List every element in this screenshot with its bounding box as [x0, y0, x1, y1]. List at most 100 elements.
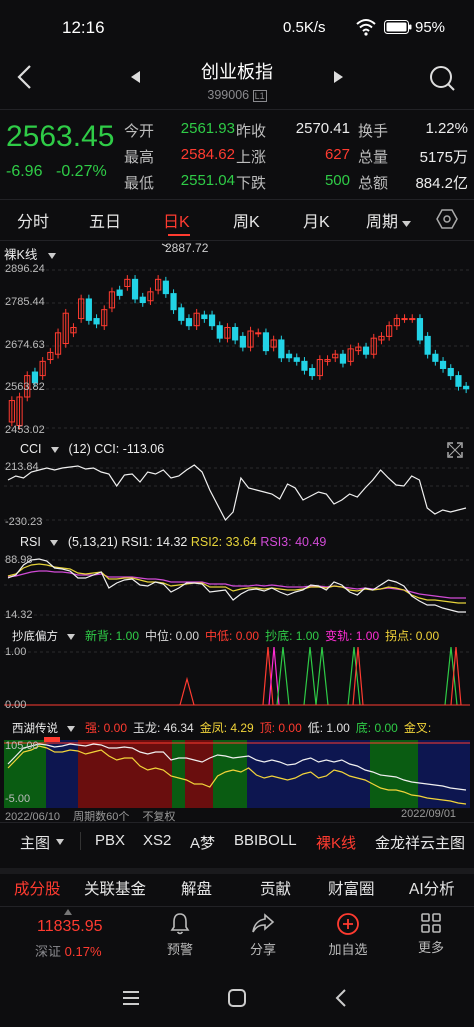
settings-icon[interactable]: [436, 208, 458, 235]
signal-band: [185, 740, 213, 808]
tab-jiepan[interactable]: 解盘: [181, 877, 212, 899]
main-chart-dropdown-icon[interactable]: [56, 839, 64, 845]
indicator-xs2[interactable]: XS2: [143, 832, 171, 849]
xihu-tick-bottom: -5.00: [5, 793, 31, 805]
quote-value: 2584.62: [180, 146, 235, 163]
rsi-name: RSI: [20, 535, 41, 549]
quote-label: 最低: [124, 175, 155, 192]
cci-value: CCI: -113.06: [94, 442, 165, 456]
tab-wuri[interactable]: 五日: [89, 208, 121, 232]
cci-header[interactable]: CCI (12) CCI: -113.06: [20, 442, 164, 456]
candle-body: [339, 353, 347, 364]
indicator-luokxian[interactable]: 裸K线: [316, 832, 356, 853]
tab-ai-analysis[interactable]: AI分析: [409, 877, 455, 899]
candle-body: [285, 353, 293, 359]
quote-value: 5175万: [419, 149, 468, 166]
share-button[interactable]: 分享: [243, 912, 283, 958]
indicator-value: 强: 0.00: [84, 721, 127, 735]
indicator-bar: 主图 PBX XS2 A梦 BBIBOLL 裸K线 金龙祥云主图: [0, 822, 474, 860]
alert-button[interactable]: 预警: [160, 912, 200, 958]
y-tick-5: 2453.02: [5, 424, 45, 436]
clock: 12:16: [62, 18, 105, 37]
tab-rik[interactable]: 日K: [163, 208, 190, 232]
back-nav-icon[interactable]: [335, 988, 347, 1013]
quote-label: 上涨: [236, 149, 267, 166]
tab-fenshi[interactable]: 分时: [17, 208, 49, 232]
candle-body: [439, 360, 447, 369]
indicator-value: 金叉:: [403, 721, 432, 735]
candle-body: [178, 307, 185, 321]
candle-body: [262, 332, 270, 352]
last-price: 2563.45: [6, 120, 115, 153]
quote-value: 884.2亿: [415, 175, 468, 192]
xihu-header[interactable]: 西湖传说 强: 0.00 玉龙: 46.34 金凤: 4.29 顶: 0.00 低: 1…: [12, 719, 437, 736]
candle-body: [139, 296, 146, 304]
chaodi-tick-bottom: 0.00: [5, 699, 27, 711]
system-nav-bar: [0, 970, 474, 1027]
rsi-params: (5,13,21): [67, 535, 118, 549]
indicator-pbx[interactable]: PBX: [95, 832, 125, 849]
bell-icon: [170, 913, 190, 935]
indicator-value: 中低: 0.00: [205, 629, 260, 643]
candle-body: [455, 375, 462, 387]
quote-value: 627: [324, 146, 350, 163]
tab-gongxian[interactable]: 贡献: [260, 877, 291, 899]
add-watchlist-button[interactable]: 加自选: [322, 912, 374, 958]
rsi-header[interactable]: RSI (5,13,21) RSI1: 14.32 RSI2: 33.64 RS…: [20, 535, 326, 549]
quote-value: 1.22%: [425, 120, 468, 137]
quote-value: 2551.04: [180, 172, 235, 189]
period-tabs: 分时 五日 日K 周K 月K 周期: [0, 200, 474, 240]
expand-icon[interactable]: [446, 441, 464, 464]
more-button[interactable]: 更多: [411, 912, 451, 956]
next-stock-icon[interactable]: [333, 70, 343, 88]
chaodi-dropdown-icon: [67, 634, 76, 640]
back-icon[interactable]: [14, 64, 36, 95]
shenzheng-summary[interactable]: 深证 0.17%: [35, 941, 102, 960]
menu-icon[interactable]: [122, 990, 140, 1011]
candle-body: [401, 318, 408, 321]
indicator-ameng[interactable]: A梦: [190, 832, 215, 853]
tab-zhouqi[interactable]: 周期: [366, 208, 398, 232]
quote-label: 换手: [358, 123, 389, 140]
candle-body: [131, 278, 139, 300]
indicator-value: 底: 0.00: [355, 721, 398, 735]
indicator-value: 低: 1.00: [307, 721, 350, 735]
home-icon[interactable]: [228, 989, 246, 1012]
cci-name: CCI: [20, 442, 42, 456]
stock-code: 399006: [207, 88, 250, 102]
wifi-icon: [356, 18, 376, 41]
quote-value: 500: [324, 172, 350, 189]
price-change-pct: -0.27%: [56, 163, 107, 180]
indicator-jinlong[interactable]: 金龙祥云主图: [375, 832, 465, 853]
tab-chengfengu[interactable]: 成分股: [14, 877, 61, 899]
date-end: 2022/09/01: [401, 808, 457, 820]
network-speed: 0.5K/s: [283, 19, 326, 36]
tab-zhouk[interactable]: 周K: [233, 208, 260, 232]
indicator-value: 顶: 0.00: [259, 721, 302, 735]
shenzheng-value[interactable]: 11835.95: [37, 918, 103, 936]
candle-body: [232, 326, 239, 341]
main-chart-label[interactable]: 主图: [20, 832, 50, 853]
candle-body: [85, 298, 92, 321]
page-title: 创业板指: [201, 62, 273, 82]
candle-body: [201, 314, 208, 320]
quote-label: 今开: [124, 123, 155, 140]
indicator-bbiboll[interactable]: BBIBOLL: [234, 832, 297, 849]
tab-yuek[interactable]: 月K: [303, 208, 330, 232]
candle-body: [309, 367, 316, 377]
index-up-arrow-icon: [64, 909, 72, 915]
indicator-value: 变轨: 1.00: [325, 629, 380, 643]
chaodi-name: 抄底偏方: [12, 631, 58, 643]
tab-guanlianjijin[interactable]: 关联基金: [84, 877, 146, 899]
cci-tick-top: 213.84: [5, 461, 39, 473]
cci-line: [7, 464, 467, 522]
chaodi-header[interactable]: 抄底偏方 新背: 1.00 中位: 0.00 中低: 0.00 抄底: 1.00 变轨:…: [12, 627, 445, 644]
candle-body: [424, 335, 431, 355]
dropdown-icon[interactable]: [402, 214, 411, 232]
tab-caifuquan[interactable]: 财富圈: [328, 877, 375, 899]
search-icon[interactable]: [428, 64, 456, 97]
kline-type-selector[interactable]: 裸K线: [4, 244, 56, 264]
signal-mark: [315, 646, 329, 706]
candle-body: [293, 357, 300, 362]
cci-tick-bottom: -230.23: [5, 516, 43, 528]
